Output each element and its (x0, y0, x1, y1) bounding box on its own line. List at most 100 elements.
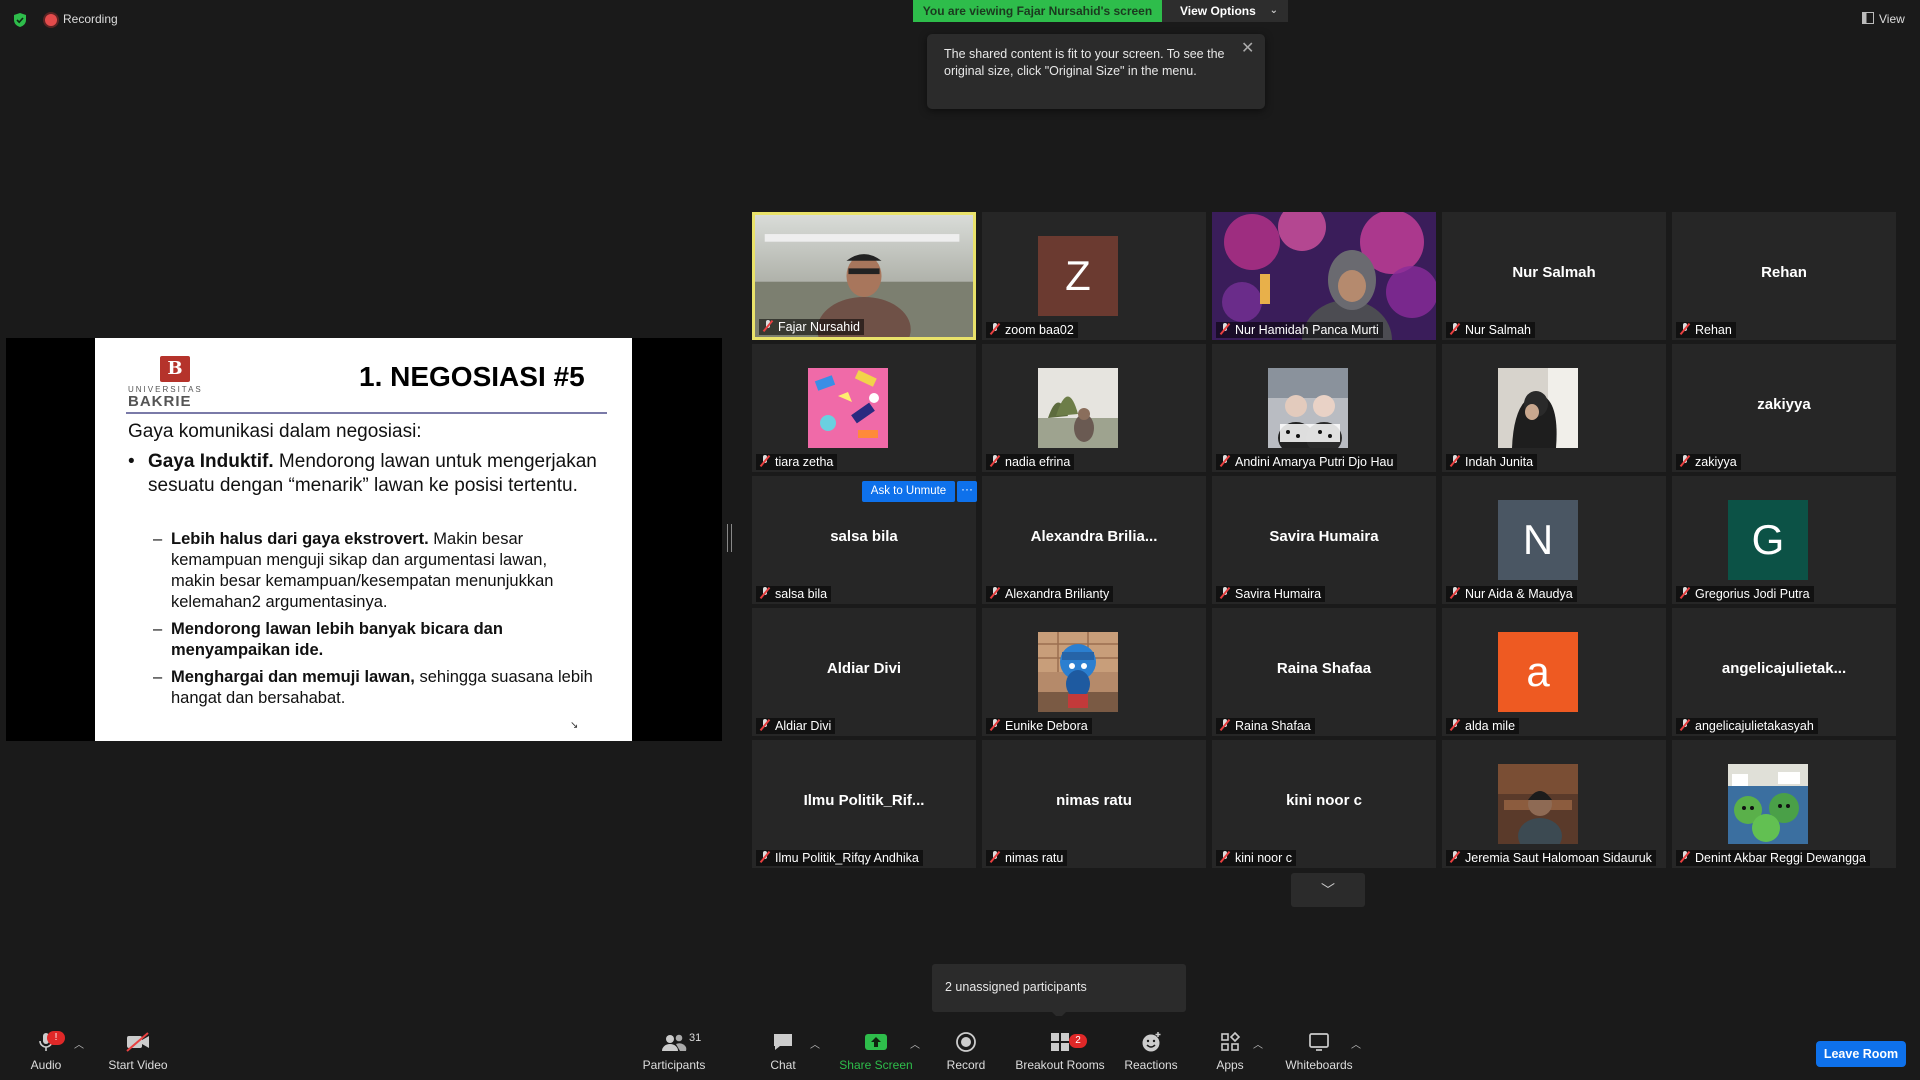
microphone-muted-icon (759, 455, 771, 467)
sub2-bold: Mendorong lawan lebih banyak bicara dan … (171, 620, 503, 659)
recording-label[interactable]: Recording (63, 12, 118, 26)
participant-initial-avatar: Z (1038, 236, 1118, 316)
participant-tile[interactable]: Savira Humaira Savira Humaira (1212, 476, 1436, 604)
more-options-button[interactable]: ··· (957, 481, 977, 502)
split-view-resize-handle[interactable] (727, 524, 732, 552)
microphone-muted-icon (1679, 719, 1691, 731)
chat-options-caret-icon[interactable]: ︿ (810, 1036, 820, 1051)
participant-tile[interactable]: Raina Shafaa Raina Shafaa (1212, 608, 1436, 736)
participant-tile[interactable]: kini noor c kini noor c (1212, 740, 1436, 868)
participant-tile[interactable]: nimas ratu nimas ratu (982, 740, 1206, 868)
recording-dot-icon (45, 14, 57, 26)
participant-initial-avatar: a (1498, 632, 1578, 712)
view-label: View (1879, 12, 1905, 26)
participants-count: 31 (689, 1032, 702, 1044)
participant-name-caption: Indah Junita (1446, 454, 1538, 470)
record-button[interactable]: Record (940, 1030, 992, 1072)
whiteboards-button[interactable]: Whiteboards (1283, 1030, 1355, 1072)
participant-tile[interactable]: Nur Hamidah Panca Murti (1212, 212, 1436, 340)
microphone-muted-icon (1679, 323, 1691, 335)
participant-tile[interactable]: Eunike Debora (982, 608, 1206, 736)
slide-divider (126, 412, 607, 414)
participant-tile[interactable]: Jeremia Saut Halomoan Sidauruk (1442, 740, 1666, 868)
participant-tile[interactable]: Fajar Nursahid (752, 212, 976, 340)
apps-options-caret-icon[interactable]: ︿ (1253, 1036, 1263, 1051)
microphone-muted-icon (1219, 719, 1231, 731)
participant-tile[interactable]: Indah Junita (1442, 344, 1666, 472)
participant-tile[interactable]: zakiyya zakiyya (1672, 344, 1896, 472)
participant-name-caption: Fajar Nursahid (759, 319, 864, 335)
tooltip-text: The shared content is fit to your screen… (944, 47, 1225, 78)
participant-name-caption: nadia efrina (986, 454, 1075, 470)
microphone-muted-icon (1449, 851, 1461, 863)
participant-display-name: Savira Humaira (1269, 528, 1379, 545)
participant-name: kini noor c (1235, 851, 1292, 865)
microphone-muted-icon (989, 851, 1001, 863)
participant-name-caption: zakiyya (1676, 454, 1741, 470)
participant-name-caption: Savira Humaira (1216, 586, 1326, 602)
participant-name: Rehan (1695, 323, 1732, 337)
participant-display-name: zakiyya (1757, 396, 1811, 413)
share-options-caret-icon[interactable]: ︿ (910, 1036, 920, 1051)
breakout-rooms-label: Breakout Rooms (1015, 1058, 1105, 1072)
security-shield-icon[interactable] (12, 12, 28, 28)
share-screen-icon (838, 1030, 914, 1054)
microphone-muted-icon (759, 719, 771, 731)
chat-button[interactable]: Chat (763, 1030, 803, 1072)
participant-tile[interactable]: Alexandra Brilia... Alexandra Brilianty (982, 476, 1206, 604)
participant-name: angelicajulietakasyah (1695, 719, 1814, 733)
mouse-cursor-icon: ↘ (570, 720, 579, 731)
participant-tile[interactable]: Denint Akbar Reggi Dewangga (1672, 740, 1896, 868)
participant-name: alda mile (1465, 719, 1516, 733)
participant-name: Eunike Debora (1005, 719, 1088, 733)
view-options-label: View Options (1180, 4, 1256, 18)
participant-tile[interactable]: nadia efrina (982, 344, 1206, 472)
audio-options-caret-icon[interactable]: ︿ (74, 1036, 84, 1051)
participant-tile[interactable]: N Nur Aida & Maudya (1442, 476, 1666, 604)
participant-tile[interactable]: a alda mile (1442, 608, 1666, 736)
start-video-button[interactable]: Start Video (106, 1030, 170, 1072)
microphone-muted-icon (1449, 719, 1461, 731)
participant-name-caption: tiara zetha (756, 454, 838, 470)
microphone-muted-icon (759, 587, 771, 599)
unassigned-participants-popup[interactable]: 2 unassigned participants (932, 964, 1186, 1012)
participant-name-caption: Nur Hamidah Panca Murti (1216, 322, 1383, 338)
participant-name: Fajar Nursahid (778, 320, 860, 334)
view-options-button[interactable]: View Options ⌄ (1162, 0, 1288, 22)
participant-tile[interactable]: G Gregorius Jodi Putra (1672, 476, 1896, 604)
participant-name: Alexandra Brilianty (1005, 587, 1110, 601)
participant-tile[interactable]: Aldiar Divi Aldiar Divi (752, 608, 976, 736)
participant-name: zoom baa02 (1005, 323, 1074, 337)
participant-display-name: salsa bila (830, 528, 898, 545)
leave-room-button[interactable]: Leave Room (1816, 1041, 1906, 1067)
participant-name-caption: Raina Shafaa (1216, 718, 1315, 734)
participant-name: Raina Shafaa (1235, 719, 1311, 733)
microphone-muted-icon (989, 455, 1001, 467)
breakout-rooms-button[interactable]: Breakout Rooms (1013, 1030, 1107, 1072)
ask-to-unmute-button[interactable]: Ask to Unmute (862, 481, 955, 502)
whiteboards-label: Whiteboards (1285, 1058, 1353, 1072)
whiteboards-options-caret-icon[interactable]: ︿ (1351, 1036, 1361, 1051)
participant-display-name: Raina Shafaa (1276, 660, 1372, 677)
participant-tile[interactable]: Ilmu Politik_Rif... Ilmu Politik_Rifqy An… (752, 740, 976, 868)
view-button[interactable]: View (1862, 12, 1905, 26)
participant-tile[interactable]: angelicajulietak... angelicajulietakasyah (1672, 608, 1896, 736)
participant-tile[interactable]: Andini Amarya Putri Djo Hau (1212, 344, 1436, 472)
close-icon[interactable]: ✕ (1241, 38, 1254, 58)
record-icon (940, 1030, 992, 1054)
apps-icon (1210, 1030, 1250, 1054)
gallery-next-page-button[interactable]: ﹀ (1291, 873, 1365, 907)
reactions-button[interactable]: Reactions (1122, 1030, 1180, 1072)
share-screen-button[interactable]: Share Screen (838, 1030, 914, 1072)
microphone-muted-icon (989, 587, 1001, 599)
participant-tile[interactable]: Nur Salmah Nur Salmah (1442, 212, 1666, 340)
reactions-label: Reactions (1124, 1058, 1178, 1072)
participant-tile[interactable]: Rehan Rehan (1672, 212, 1896, 340)
microphone-muted-icon (759, 851, 771, 863)
participant-tile[interactable]: Zzoom baa02 (982, 212, 1206, 340)
apps-button[interactable]: Apps (1210, 1030, 1250, 1072)
breakout-rooms-icon (1013, 1030, 1107, 1054)
participant-tile[interactable]: tiara zetha (752, 344, 976, 472)
participant-name-caption: Jeremia Saut Halomoan Sidauruk (1446, 850, 1656, 866)
slide-intro: Gaya komunikasi dalam negosiasi: (128, 421, 422, 442)
